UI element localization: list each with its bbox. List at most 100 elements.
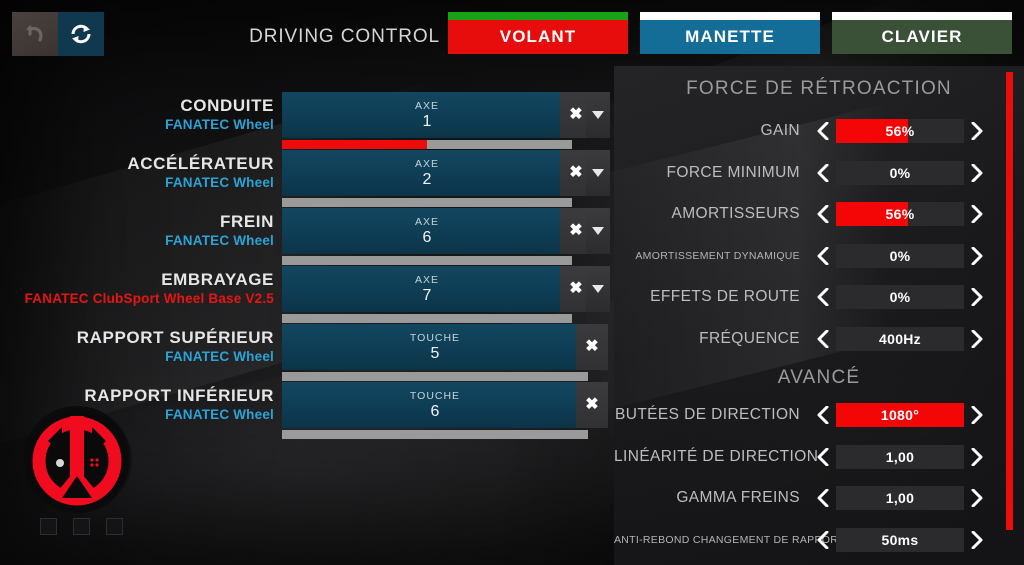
chevron-right-icon[interactable] [964,406,990,424]
ff-setting-row: GAMMA FREINS 1,00 [614,483,1024,513]
binding-value: 7 [422,286,432,304]
binding-value-box[interactable]: AXE 6 [282,208,572,254]
binding-progress-bar [282,430,588,439]
tab-label: VOLANT [448,20,628,54]
chevron-left-icon[interactable] [810,205,836,223]
ff-setting-value: 1080° [880,407,920,423]
binding-kind: TOUCHE [409,331,461,344]
chevron-down-icon [592,111,604,119]
binding-value-box[interactable]: TOUCHE 5 [282,324,588,370]
chevron-right-icon[interactable] [964,246,990,265]
binding-name: FREIN [220,212,274,231]
binding-labels: RAPPORT SUPÉRIEUR FANATEC Wheel [0,328,274,366]
ff-setting-label: AMORTISSEMENT DYNAMIQUE [635,249,800,262]
ff-setting-value: 1,00 [885,448,915,465]
chevron-left-icon[interactable] [810,122,836,140]
binding-value: 5 [430,344,440,362]
dot-2[interactable] [73,518,90,535]
ff-setting-track[interactable]: 56% [836,202,964,226]
binding-value-box[interactable]: AXE 2 [282,150,572,196]
ff-setting-label: AMORTISSEURS [671,205,800,222]
binding-device: FANATEC Wheel [165,233,274,248]
binding-device: FANATEC Wheel [165,117,274,132]
ff-setting-row: ANTI-REBOND CHANGEMENT DE RAPPORT 50ms [614,525,1024,555]
ff-setting-track[interactable]: 400Hz [836,326,964,351]
ff-setting-label: LINÉARITÉ DE DIRECTION [614,447,819,465]
force-feedback-panel: FORCE DE RÉTROACTION GAIN 56% FORCE MINIMUM… [553,66,1024,565]
tab-indicator [832,12,1012,20]
ff-setting-value: 0% [889,247,911,264]
tab-volant[interactable]: VOLANT [448,12,628,54]
binding-name: EMBRAYAGE [161,270,274,289]
binding-name: CONDUITE [180,96,274,115]
ff-setting-track[interactable]: 1080° [836,403,964,427]
ff-setting-row: FORCE MINIMUM 0% [614,158,1024,188]
ff-setting-track[interactable]: 1,00 [836,444,964,469]
binding-dropdown-button[interactable] [586,208,610,254]
binding-kind: AXE [414,99,439,112]
tab-indicator [640,12,820,20]
chevron-left-icon[interactable] [810,246,836,265]
binding-device: FANATEC Wheel [165,175,274,190]
ff-setting-track[interactable]: 1,00 [836,486,964,510]
refresh-icon[interactable] [58,12,104,56]
binding-row: RAPPORT SUPÉRIEUR FANATEC Wheel TOUCHE 5 ✖ [0,324,614,381]
ff-setting-value: 0% [889,164,911,181]
binding-dropdown-button[interactable] [586,92,610,138]
chevron-right-icon[interactable] [964,530,990,549]
binding-row: FREIN FANATEC Wheel AXE 6 ✖ [0,208,614,265]
clear-binding-button[interactable]: ✖ [576,324,608,370]
binding-value-box[interactable]: AXE 1 [282,92,572,138]
ff-setting-label: ANTI-REBOND CHANGEMENT DE RAPPORT [614,533,845,546]
ff-setting-value: 1,00 [885,490,915,506]
binding-value: 2 [422,170,432,188]
force-feedback-heading: FORCE DE RÉTROACTION [686,78,952,99]
ff-setting-label: FORCE MINIMUM [666,163,800,181]
dot-1[interactable] [40,518,57,535]
chevron-right-icon[interactable] [964,489,990,507]
chevron-left-icon[interactable] [810,530,836,549]
chevron-down-icon [592,169,604,177]
ff-setting-track[interactable]: 0% [836,243,964,268]
binding-kind: TOUCHE [409,389,461,402]
binding-value-box[interactable]: TOUCHE 6 [282,382,588,428]
vertical-scrollbar[interactable] [1006,72,1013,530]
tab-label: CLAVIER [832,20,1012,54]
ff-setting-track[interactable]: 56% [836,119,964,143]
ff-setting-value: 0% [889,289,911,305]
binding-kind: AXE [414,215,439,228]
ff-setting-label: EFFETS DE ROUTE [650,288,800,305]
binding-dropdown-button[interactable] [586,266,610,312]
ff-setting-track[interactable]: 0% [836,160,964,185]
binding-row: CONDUITE FANATEC Wheel AXE 1 ✖ [0,92,614,149]
dot-3[interactable] [106,518,123,535]
ff-setting-row: EFFETS DE ROUTE 0% [614,282,1024,312]
chevron-right-icon[interactable] [964,205,990,223]
ff-setting-track[interactable]: 50ms [836,527,964,552]
chevron-right-icon[interactable] [964,163,990,182]
ff-setting-value: 50ms [881,531,919,548]
chevron-left-icon[interactable] [810,406,836,424]
binding-value-box[interactable]: AXE 7 [282,266,572,312]
ff-setting-row: AMORTISSEMENT DYNAMIQUE 0% [614,241,1024,271]
chevron-right-icon[interactable] [964,447,990,466]
binding-progress-bar [282,256,572,265]
chevron-right-icon[interactable] [964,122,990,140]
chevron-left-icon[interactable] [810,288,836,306]
clear-binding-button[interactable]: ✖ [576,382,608,428]
chevron-left-icon[interactable] [810,329,836,348]
binding-name: RAPPORT SUPÉRIEUR [76,328,274,347]
chevron-left-icon[interactable] [810,163,836,182]
chevron-right-icon[interactable] [964,288,990,306]
chevron-left-icon[interactable] [810,489,836,507]
ff-setting-value: 56% [885,206,915,222]
undo-arrow-icon[interactable] [12,12,58,56]
chevron-left-icon[interactable] [810,447,836,466]
binding-device: FANATEC Wheel [165,349,274,364]
binding-dropdown-button[interactable] [586,150,610,196]
tab-manette[interactable]: MANETTE [640,12,820,54]
binding-progress-bar [282,314,572,323]
tab-clavier[interactable]: CLAVIER [832,12,1012,54]
chevron-right-icon[interactable] [964,329,990,348]
ff-setting-track[interactable]: 0% [836,285,964,309]
